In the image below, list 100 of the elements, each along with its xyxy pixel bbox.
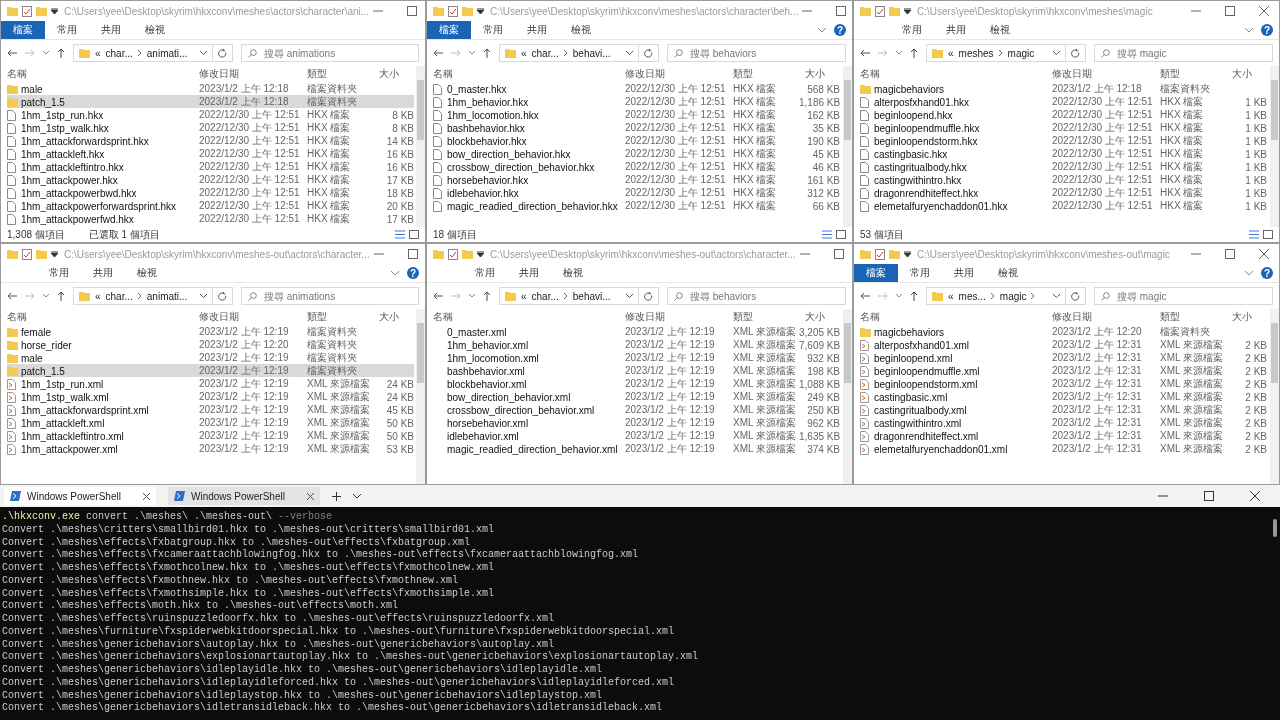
- properties-icon[interactable]: [875, 5, 885, 17]
- up-icon[interactable]: [57, 291, 65, 301]
- column-header[interactable]: 名稱: [860, 67, 1052, 81]
- file-row[interactable]: magicbehaviors 2023/1/2 上午 12:18 檔案資料夾: [860, 82, 1268, 95]
- breadcrumb-item[interactable]: behavi...: [572, 290, 611, 302]
- search-field[interactable]: 搜尋 animations: [241, 44, 419, 62]
- ribbon-tab[interactable]: 共用: [81, 264, 125, 282]
- file-row[interactable]: blockbehavior.xml 2023/1/2 上午 12:19 XML 來源檔案 1,088 KB: [433, 377, 841, 390]
- maximize-icon[interactable]: [833, 249, 844, 259]
- column-header[interactable]: 類型: [733, 310, 799, 324]
- properties-icon[interactable]: [448, 248, 458, 260]
- close-icon[interactable]: [1259, 6, 1269, 16]
- dropdown-icon[interactable]: [477, 8, 484, 14]
- scrollbar[interactable]: [843, 66, 852, 227]
- file-row[interactable]: male 2023/1/2 上午 12:19 檔案資料夾: [7, 351, 414, 364]
- file-row[interactable]: bow_direction_behavior.xml 2023/1/2 上午 12:19 XML 來源檔案 249 KB: [433, 390, 841, 403]
- dropdown-icon[interactable]: [477, 251, 484, 257]
- column-header[interactable]: 修改日期: [199, 67, 307, 81]
- file-row[interactable]: idlebehavior.xml 2023/1/2 上午 12:19 XML 來源檔案 1,635 KB: [433, 429, 841, 442]
- details-view-icon[interactable]: [395, 230, 405, 239]
- column-header[interactable]: 名稱: [860, 310, 1052, 324]
- file-row[interactable]: beginloopendmuffle.xml 2023/1/2 上午 12:31 XML 來源檔案 2 KB: [860, 364, 1268, 377]
- breadcrumb-overflow[interactable]: «: [521, 290, 527, 302]
- expand-icon[interactable]: [391, 270, 399, 276]
- breadcrumb-item[interactable]: char...: [531, 47, 559, 59]
- file-row[interactable]: 1hm_attackpower.xml 2023/1/2 上午 12:19 XML 來源檔案 53 KB: [7, 442, 414, 455]
- minimize-icon[interactable]: [373, 10, 384, 12]
- ribbon-tab[interactable]: 檢視: [978, 21, 1022, 39]
- close-icon[interactable]: [1250, 491, 1260, 501]
- thumbnail-view-icon[interactable]: [409, 230, 419, 239]
- chevron-down-icon[interactable]: [200, 51, 207, 55]
- column-header[interactable]: 大小: [1226, 310, 1267, 324]
- file-row[interactable]: 0_master.hkx 2022/12/30 上午 12:51 HKX 檔案 568 KB: [433, 82, 841, 95]
- refresh-button[interactable]: [213, 44, 233, 62]
- address-bar[interactable]: « meshes magic: [926, 44, 1066, 62]
- back-icon[interactable]: [7, 49, 17, 57]
- file-row[interactable]: male 2023/1/2 上午 12:18 檔案資料夾: [7, 82, 414, 95]
- ribbon-tab[interactable]: 共用: [89, 21, 133, 39]
- properties-icon[interactable]: [22, 5, 32, 17]
- ribbon-tab[interactable]: 檢視: [551, 264, 595, 282]
- ribbon-tab[interactable]: 共用: [942, 264, 986, 282]
- file-row[interactable]: horsebehavior.hkx 2022/12/30 上午 12:51 HKX 檔案 161 KB: [433, 173, 841, 186]
- address-bar[interactable]: « char... behavi...: [499, 44, 639, 62]
- scrollbar[interactable]: [416, 66, 425, 227]
- chevron-down-icon[interactable]: [626, 294, 633, 298]
- thumbnail-view-icon[interactable]: [1263, 230, 1273, 239]
- search-field[interactable]: 搜尋 behaviors: [667, 287, 846, 305]
- new-tab-icon[interactable]: [332, 491, 341, 501]
- close-icon[interactable]: [1259, 249, 1269, 259]
- ribbon-tab[interactable]: 常用: [898, 264, 942, 282]
- maximize-icon[interactable]: [836, 6, 847, 16]
- scrollbar[interactable]: [416, 309, 425, 484]
- file-row[interactable]: bashbehavior.hkx 2022/12/30 上午 12:51 HKX 檔案 35 KB: [433, 121, 841, 134]
- file-row[interactable]: dragonrendhiteffect.hkx 2022/12/30 上午 12:51 HKX 檔案 1 KB: [860, 186, 1268, 199]
- breadcrumb-item[interactable]: meshes: [958, 47, 994, 59]
- breadcrumb-item[interactable]: char...: [105, 47, 133, 59]
- back-icon[interactable]: [860, 49, 870, 57]
- minimize-icon[interactable]: [373, 253, 384, 255]
- file-tab[interactable]: 檔案: [427, 21, 471, 39]
- column-header[interactable]: 修改日期: [625, 310, 733, 324]
- chevron-down-icon[interactable]: [469, 294, 475, 298]
- maximize-icon[interactable]: [1225, 6, 1235, 16]
- close-icon[interactable]: [143, 492, 150, 500]
- maximize-icon[interactable]: [1225, 249, 1235, 259]
- file-row[interactable]: beginloopend.xml 2023/1/2 上午 12:31 XML 來源檔案 2 KB: [860, 351, 1268, 364]
- chevron-down-icon[interactable]: [1053, 294, 1060, 298]
- file-row[interactable]: beginloopendstorm.xml 2023/1/2 上午 12:31 XML 來源檔案 2 KB: [860, 377, 1268, 390]
- up-icon[interactable]: [483, 291, 491, 301]
- close-icon[interactable]: [307, 492, 314, 500]
- file-row[interactable]: 1hm_attackleftintro.xml 2023/1/2 上午 12:19 XML 來源檔案 50 KB: [7, 429, 414, 442]
- file-row[interactable]: magic_readied_direction_behavior.hkx 2022/12/30 上午 12:51 HKX 檔案 66 KB: [433, 199, 841, 212]
- column-header[interactable]: 大小: [373, 67, 414, 81]
- column-header[interactable]: 類型: [1160, 67, 1226, 81]
- file-row[interactable]: idlebehavior.hkx 2022/12/30 上午 12:51 HKX 檔案 312 KB: [433, 186, 841, 199]
- file-tab[interactable]: 檔案: [854, 264, 898, 282]
- ribbon-tab[interactable]: 常用: [890, 21, 934, 39]
- address-bar[interactable]: « char... animati...: [73, 287, 213, 305]
- ribbon-tab[interactable]: 常用: [471, 21, 515, 39]
- column-header[interactable]: 名稱: [433, 67, 625, 81]
- ribbon-tab[interactable]: 檢視: [125, 264, 169, 282]
- details-view-icon[interactable]: [1249, 230, 1259, 239]
- file-row[interactable]: castingritualbody.hkx 2022/12/30 上午 12:51 HKX 檔案 1 KB: [860, 160, 1268, 173]
- chevron-down-icon[interactable]: [1053, 51, 1060, 55]
- breadcrumb-overflow[interactable]: «: [95, 47, 101, 59]
- file-row[interactable]: 1hm_locomotion.hkx 2022/12/30 上午 12:51 HKX 檔案 162 KB: [433, 108, 841, 121]
- dropdown-icon[interactable]: [904, 8, 911, 14]
- file-row[interactable]: castingwithintro.hkx 2022/12/30 上午 12:51 HKX 檔案 1 KB: [860, 173, 1268, 186]
- file-row[interactable]: crossbow_direction_behavior.hkx 2022/12/30 上午 12:51 HKX 檔案 46 KB: [433, 160, 841, 173]
- back-icon[interactable]: [433, 49, 443, 57]
- ribbon-tab[interactable]: 共用: [515, 21, 559, 39]
- column-header[interactable]: 大小: [373, 310, 414, 324]
- ribbon-tab[interactable]: 常用: [463, 264, 507, 282]
- file-row[interactable]: beginloopendmuffle.hkx 2022/12/30 上午 12:51 HKX 檔案 1 KB: [860, 121, 1268, 134]
- file-row[interactable]: magic_readied_direction_behavior.xml 2023/1/2 上午 12:19 XML 來源檔案 374 KB: [433, 442, 841, 455]
- file-row[interactable]: 1hm_1stp_run.hkx 2022/12/30 上午 12:51 HKX 檔案 8 KB: [7, 108, 414, 121]
- file-row[interactable]: 0_master.xml 2023/1/2 上午 12:19 XML 來源檔案 3,205 KB: [433, 325, 841, 338]
- file-row[interactable]: elemetalfuryenchaddon01.xml 2023/1/2 上午 12:31 XML 來源檔案 2 KB: [860, 442, 1268, 455]
- ribbon-tab[interactable]: 檢視: [133, 21, 177, 39]
- column-header[interactable]: 類型: [733, 67, 799, 81]
- address-bar[interactable]: « char... behavi...: [499, 287, 639, 305]
